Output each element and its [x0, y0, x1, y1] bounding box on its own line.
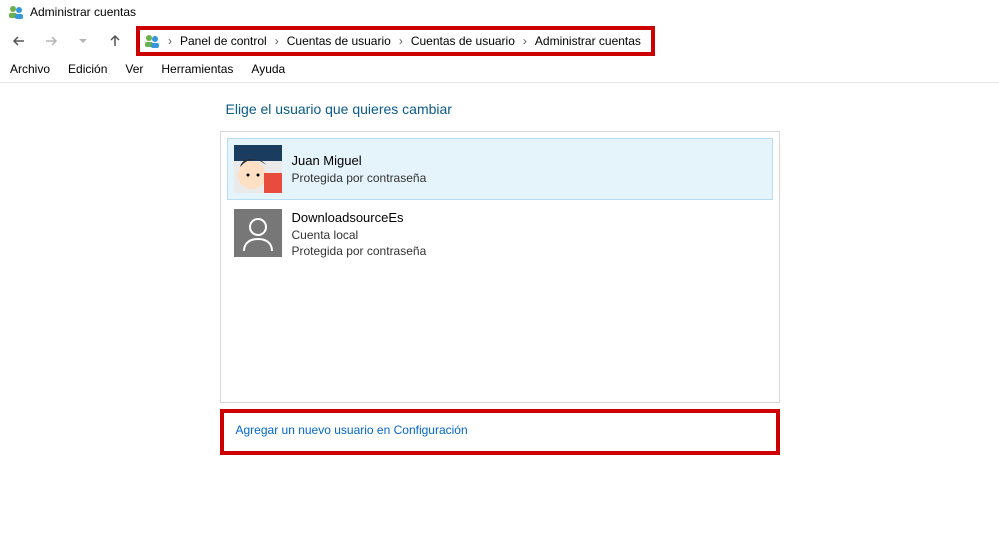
- user-name: DownloadsourceEs: [292, 209, 427, 227]
- avatar: [234, 209, 282, 257]
- navbar: › Panel de control › Cuentas de usuario …: [0, 24, 999, 58]
- chevron-right-icon: ›: [275, 34, 279, 48]
- user-info: DownloadsourceEs Cuenta local Protegida …: [292, 209, 427, 259]
- back-button[interactable]: [8, 30, 30, 52]
- recent-dropdown[interactable]: [72, 30, 94, 52]
- breadcrumb-item[interactable]: Cuentas de usuario: [287, 34, 391, 48]
- page-heading: Elige el usuario que quieres cambiar: [220, 101, 780, 117]
- up-button[interactable]: [104, 30, 126, 52]
- forward-button[interactable]: [40, 30, 62, 52]
- breadcrumb[interactable]: › Panel de control › Cuentas de usuario …: [136, 26, 655, 56]
- user-meta: Protegida por contraseña: [292, 170, 427, 186]
- add-user-link-box: Agregar un nuevo usuario en Configuració…: [220, 409, 780, 455]
- user-item[interactable]: DownloadsourceEs Cuenta local Protegida …: [227, 202, 773, 266]
- avatar: [234, 145, 282, 193]
- users-icon: [144, 33, 160, 49]
- user-name: Juan Miguel: [292, 152, 427, 170]
- titlebar: Administrar cuentas: [0, 0, 999, 24]
- user-meta: Protegida por contraseña: [292, 243, 427, 259]
- chevron-right-icon: ›: [523, 34, 527, 48]
- user-item[interactable]: Juan Miguel Protegida por contraseña: [227, 138, 773, 200]
- breadcrumb-item[interactable]: Panel de control: [180, 34, 267, 48]
- breadcrumb-item[interactable]: Cuentas de usuario: [411, 34, 515, 48]
- menu-archivo[interactable]: Archivo: [10, 62, 50, 76]
- menu-edicion[interactable]: Edición: [68, 62, 107, 76]
- user-list: Juan Miguel Protegida por contraseña Dow…: [220, 131, 780, 403]
- user-info: Juan Miguel Protegida por contraseña: [292, 145, 427, 193]
- menubar: Archivo Edición Ver Herramientas Ayuda: [0, 58, 999, 83]
- breadcrumb-item[interactable]: Administrar cuentas: [535, 34, 641, 48]
- menu-ayuda[interactable]: Ayuda: [251, 62, 285, 76]
- menu-ver[interactable]: Ver: [125, 62, 143, 76]
- chevron-right-icon: ›: [168, 34, 172, 48]
- users-icon: [8, 4, 24, 20]
- panel: Elige el usuario que quieres cambiar: [220, 101, 780, 455]
- user-meta: Cuenta local: [292, 227, 427, 243]
- content: Elige el usuario que quieres cambiar: [0, 83, 999, 455]
- menu-herramientas[interactable]: Herramientas: [161, 62, 233, 76]
- add-user-link[interactable]: Agregar un nuevo usuario en Configuració…: [236, 423, 468, 437]
- chevron-right-icon: ›: [399, 34, 403, 48]
- window-title: Administrar cuentas: [30, 5, 136, 19]
